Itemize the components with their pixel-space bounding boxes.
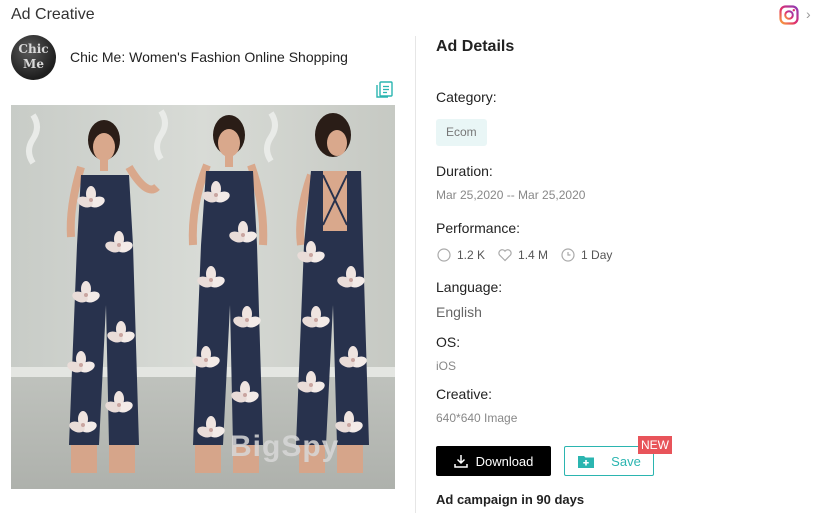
likes-stat: 1.4 M (497, 247, 548, 263)
duration-value: Mar 25,2020 -- Mar 25,2020 (436, 188, 586, 202)
instagram-icon[interactable] (779, 5, 799, 25)
new-badge: NEW (638, 436, 672, 454)
category-badge[interactable]: Ecom (436, 119, 487, 146)
performance-stats: 1.2 K 1.4 M 1 Day (436, 246, 624, 264)
os-label: OS: (436, 334, 461, 350)
likes-count: 1.4 M (518, 248, 549, 262)
watermark: BigSpy (230, 430, 340, 463)
section-title: Ad Creative (11, 6, 95, 23)
days-stat: 1 Day (560, 247, 612, 263)
column-divider (415, 36, 416, 513)
avatar[interactable]: Chic Me (11, 35, 56, 80)
comments-stat: 1.2 K (436, 247, 485, 263)
avatar-text-line1: Chic (18, 42, 49, 56)
heart-icon (498, 249, 512, 262)
clock-icon (561, 248, 575, 262)
download-button[interactable]: Download (436, 446, 551, 476)
language-label: Language: (436, 279, 503, 295)
category-label: Category: (436, 89, 497, 105)
save-label: Save (611, 453, 641, 469)
download-icon (453, 455, 468, 468)
creative-label: Creative: (436, 386, 493, 402)
folder-add-icon (578, 455, 595, 468)
language-value: English (436, 304, 482, 320)
advertiser-name[interactable]: Chic Me: Women's Fashion Online Shopping (70, 49, 348, 65)
campaign-title: Ad campaign in 90 days (436, 492, 585, 507)
duration-label: Duration: (436, 163, 493, 179)
chevron-right-icon[interactable]: › (806, 6, 811, 22)
performance-label: Performance: (436, 220, 521, 236)
creative-value: 640*640 Image (436, 411, 518, 425)
os-value: iOS (436, 359, 457, 373)
days-count: 1 Day (581, 248, 613, 262)
comments-count: 1.2 K (457, 248, 486, 262)
details-title: Ad Details (436, 38, 515, 55)
avatar-text-line2: Me (23, 57, 44, 71)
download-label: Download (475, 453, 534, 469)
comment-icon (437, 248, 451, 262)
copy-icon[interactable] (375, 80, 394, 99)
